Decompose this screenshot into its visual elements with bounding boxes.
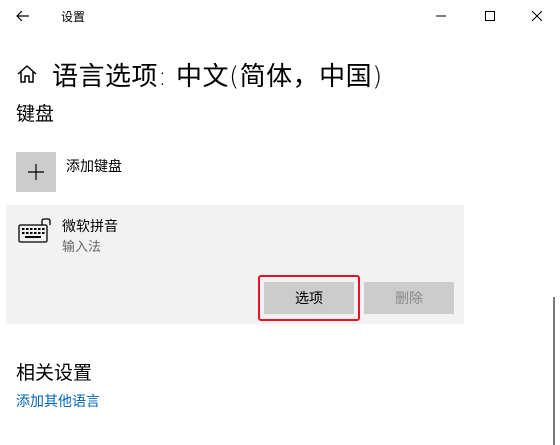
ime-name: 微软拼音	[62, 219, 118, 235]
ime-type: 输入法	[62, 240, 102, 255]
minimize-button[interactable]	[418, 0, 464, 32]
arrow-left-icon	[16, 10, 29, 22]
add-keyboard-box[interactable]	[16, 152, 56, 192]
related-settings-heading: 相关设置	[16, 362, 93, 384]
add-keyboard-button[interactable]: 添加键盘	[16, 152, 122, 192]
add-keyboard-label[interactable]: 添加键盘	[66, 156, 122, 176]
keyboard-icon	[18, 218, 51, 243]
maximize-icon	[485, 11, 495, 21]
window-title: 设置	[61, 10, 86, 24]
maximize-button[interactable]	[467, 0, 513, 32]
close-icon	[532, 11, 542, 21]
ime-card-microsoft-pinyin[interactable]: 微软拼音 输入法 选项 删除	[6, 205, 464, 324]
add-language-link[interactable]: 添加其他语言	[16, 391, 100, 411]
home-icon[interactable]	[16, 63, 38, 85]
close-button[interactable]	[514, 0, 560, 32]
back-button[interactable]	[8, 2, 38, 30]
title-bar: 设置	[0, 0, 560, 32]
page-header: 语言选项: 中文(简体，中国)	[16, 54, 383, 94]
minimize-icon	[436, 15, 446, 17]
page-title: 语言选项: 中文(简体，中国)	[52, 61, 383, 92]
plus-icon	[28, 164, 44, 180]
scrollbar[interactable]	[553, 297, 555, 445]
keyboard-section-heading: 键盘	[16, 103, 55, 125]
delete-button[interactable]: 删除	[364, 282, 454, 314]
options-button[interactable]: 选项	[264, 282, 354, 314]
